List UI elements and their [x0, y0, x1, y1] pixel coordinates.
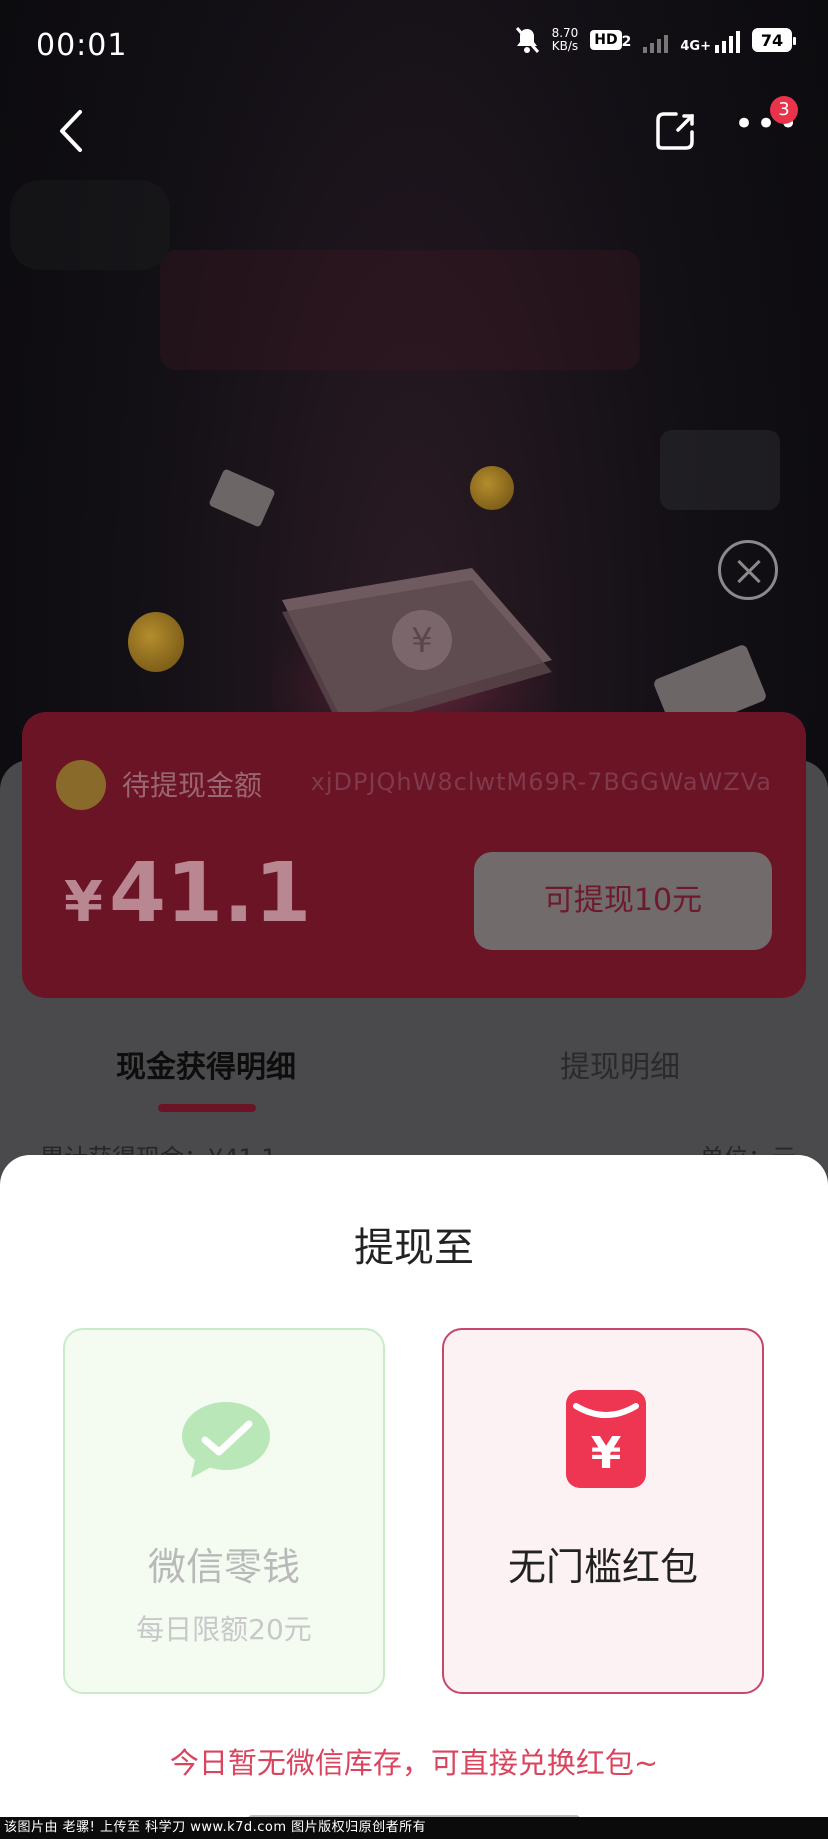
watermark: 该图片由 老骡! 上传至 科学刀 www.k7d.com 图片版权归原创者所有 — [0, 1817, 828, 1839]
close-banner-icon[interactable] — [718, 540, 778, 600]
net-speed: 8.70 KB/s — [552, 27, 579, 53]
hd-label: HD — [590, 30, 622, 50]
clock: 00:01 — [36, 28, 128, 63]
pending-amount-label: 待提现金额 — [122, 769, 263, 802]
network-indicator: 4G+ — [680, 27, 740, 53]
coin-icon — [128, 612, 184, 672]
cash-stack-icon: ¥ — [272, 568, 556, 736]
network-type: 4G+ — [680, 39, 711, 54]
balance-amount: ¥41.1 — [64, 846, 311, 941]
tab-indicator — [158, 1104, 256, 1112]
battery-level: 74 — [760, 30, 784, 50]
notice-text: 今日暂无微信库存，可直接兑换红包~ — [169, 1746, 659, 1780]
hd-sub: 2 — [621, 34, 632, 50]
red-packet-option-title: 无门槛红包 — [507, 1545, 698, 1589]
signal-bars-icon-sim1 — [643, 27, 669, 53]
withdraw-sheet: 提现至 微信零钱 每日限额20元 ¥ 无门槛红包 今日暂无微信库存，可直接兑换红… — [0, 1155, 828, 1839]
top-nav: ••• 3 — [0, 92, 828, 172]
account-code: xjDPJQhW8clwtM69R-7BGGWaWZVa — [310, 768, 772, 796]
red-packet-icon: ¥ — [566, 1390, 646, 1488]
amount-value: 41.1 — [108, 846, 312, 941]
tab-cash-details[interactable]: 现金获得明细 — [116, 1042, 296, 1086]
svg-text:¥: ¥ — [591, 1428, 622, 1479]
wechat-option-card[interactable]: 微信零钱 每日限额20元 — [63, 1328, 385, 1694]
back-arrow-icon[interactable] — [52, 106, 92, 156]
avatar — [56, 760, 106, 810]
wechat-option-title: 微信零钱 — [147, 1545, 300, 1589]
status-bar: 00:01 8.70 KB/s HD 2 4G+ 74 — [0, 0, 828, 90]
share-icon[interactable] — [654, 110, 696, 152]
net-speed-unit: KB/s — [551, 39, 579, 53]
balance-card: 待提现金额 xjDPJQhW8clwtM69R-7BGGWaWZVa ¥41.1… — [22, 712, 806, 998]
notification-badge: 3 — [770, 96, 798, 124]
hd-indicator: HD 2 — [590, 30, 631, 50]
app-screen: 00:01 8.70 KB/s HD 2 4G+ 74 ••• 3 ¥ 待提现金… — [0, 0, 828, 1839]
coin-icon — [470, 466, 514, 510]
wechat-option-limit: 每日限额20元 — [136, 1613, 312, 1646]
sheet-title: 提现至 — [354, 1225, 474, 1271]
withdraw-button[interactable]: 可提现10元 — [474, 852, 772, 950]
signal-bars-icon-sim2 — [715, 27, 740, 53]
red-packet-option-card[interactable]: ¥ 无门槛红包 — [442, 1328, 764, 1694]
status-icons: 8.70 KB/s HD 2 4G+ 74 — [514, 26, 796, 54]
currency-symbol: ¥ — [64, 870, 103, 935]
tab-withdraw-details[interactable]: 提现明细 — [560, 1042, 680, 1086]
mute-bell-icon — [515, 27, 539, 53]
svg-text:¥: ¥ — [411, 621, 433, 661]
wechat-check-icon — [182, 1402, 270, 1478]
battery-icon: 74 — [752, 28, 796, 52]
